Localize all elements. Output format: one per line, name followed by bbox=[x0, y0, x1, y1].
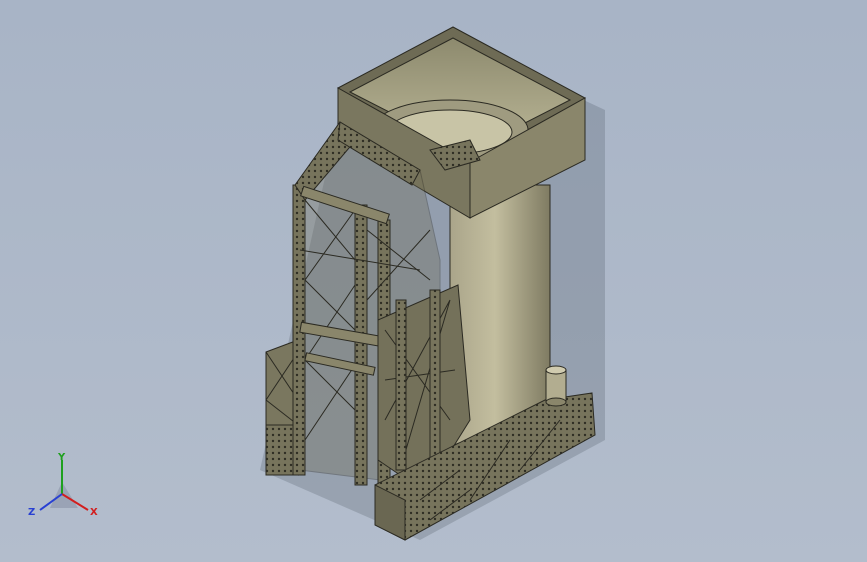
y-axis-label: Y bbox=[57, 452, 66, 463]
axis-triad: Y X Z bbox=[28, 452, 98, 518]
x-axis-label: X bbox=[90, 507, 98, 518]
z-axis-label: Z bbox=[28, 507, 35, 518]
drive-motor bbox=[545, 365, 567, 407]
cad-viewport[interactable]: Y X Z bbox=[0, 0, 867, 562]
